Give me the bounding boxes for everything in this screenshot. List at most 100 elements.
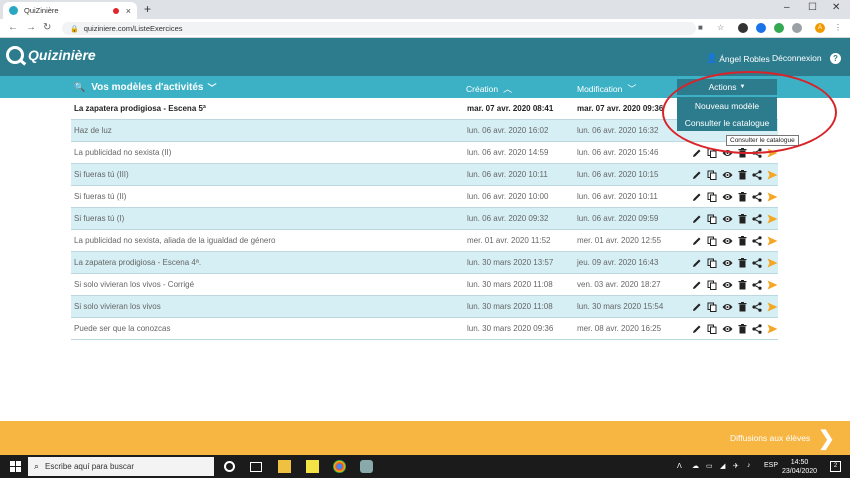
pencil-icon[interactable] (691, 279, 703, 291)
extension-icon[interactable] (774, 23, 784, 33)
model-title[interactable]: Haz de luz (74, 126, 112, 135)
trash-icon[interactable] (736, 191, 748, 203)
sticky-notes-icon[interactable] (306, 460, 319, 473)
address-bar[interactable]: 🔒 quiziniere.com/ListeExercices (62, 22, 696, 35)
menu-icon[interactable]: ⋮ (834, 23, 842, 32)
share-icon[interactable] (751, 323, 763, 335)
table-row[interactable]: Si fueras tú (I) lun. 06 avr. 2020 09:32 l… (71, 208, 778, 230)
send-icon[interactable] (766, 257, 778, 269)
share-icon[interactable] (751, 257, 763, 269)
share-icon[interactable] (751, 147, 763, 159)
help-icon[interactable]: ? (830, 53, 841, 64)
trash-icon[interactable] (736, 301, 748, 313)
send-icon[interactable] (766, 213, 778, 225)
maximize-button[interactable]: ☐ (808, 2, 817, 13)
cloud-icon[interactable]: ☁ (692, 462, 699, 470)
model-title[interactable]: Si fueras tú (II) (74, 192, 126, 201)
battery-icon[interactable]: ▭ (706, 462, 713, 470)
model-title[interactable]: Si fueras tú (I) (74, 214, 124, 223)
model-title[interactable]: La zapatera prodigiosa - Escena 5ª (74, 104, 206, 113)
send-icon[interactable] (766, 323, 778, 335)
taskbar-search[interactable]: ⌕ Escribe aquí para buscar (28, 457, 214, 476)
eye-icon[interactable] (721, 191, 733, 203)
eye-icon[interactable] (721, 147, 733, 159)
share-icon[interactable] (751, 191, 763, 203)
back-icon[interactable]: ← (8, 22, 18, 33)
model-title[interactable]: Si fueras tú (III) (74, 170, 129, 179)
model-title[interactable]: La publicidad no sexista, aliada de la i… (74, 236, 275, 245)
eye-icon[interactable] (721, 323, 733, 335)
table-row[interactable]: La zapatera prodigiosa - Escena 5ª mar. 0… (71, 98, 778, 120)
menu-item-new-model[interactable]: Nouveau modèle (677, 97, 777, 114)
camera-icon[interactable]: ■ (698, 23, 703, 32)
eye-icon[interactable] (721, 279, 733, 291)
send-icon[interactable] (766, 301, 778, 313)
share-icon[interactable] (751, 301, 763, 313)
logout-link[interactable]: Déconnexion (772, 53, 822, 63)
trash-icon[interactable] (736, 279, 748, 291)
table-row[interactable]: La publicidad no sexista, aliada de la i… (71, 230, 778, 252)
pencil-icon[interactable] (691, 147, 703, 159)
table-row[interactable]: Si solo vivieran los vivos - Corrigé lun.… (71, 274, 778, 296)
table-row[interactable]: La publicidad no sexista (II) lun. 06 avr… (71, 142, 778, 164)
pencil-icon[interactable] (691, 169, 703, 181)
search-icon[interactable]: 🔍 (74, 82, 85, 93)
duplicate-icon[interactable] (706, 169, 718, 181)
pencil-icon[interactable] (691, 191, 703, 203)
trash-icon[interactable] (736, 147, 748, 159)
windows-start-icon[interactable] (10, 461, 21, 472)
table-row[interactable]: Puede ser que la conozcas lun. 30 mars 20… (71, 318, 778, 340)
extension-icon[interactable] (756, 23, 766, 33)
model-title[interactable]: La zapatera prodigiosa - Escena 4ª. (74, 258, 201, 267)
share-icon[interactable] (751, 169, 763, 181)
profile-avatar[interactable]: A (815, 23, 825, 33)
model-title[interactable]: La publicidad no sexista (II) (74, 148, 171, 157)
trash-icon[interactable] (736, 257, 748, 269)
table-row[interactable]: Si fueras tú (II) lun. 06 avr. 2020 10:00… (71, 186, 778, 208)
diffusions-link[interactable]: Diffusions aux élèves (730, 433, 810, 443)
model-title[interactable]: Si solo vivieran los vivos (74, 302, 161, 311)
pencil-icon[interactable] (691, 235, 703, 247)
file-explorer-icon[interactable] (278, 460, 291, 473)
quiziniere-logo[interactable]: Quizinière (6, 46, 96, 64)
table-row[interactable]: Si solo vivieran los vivos lun. 30 mars 2… (71, 296, 778, 318)
duplicate-icon[interactable] (706, 323, 718, 335)
paint-icon[interactable] (360, 460, 373, 473)
chrome-icon[interactable] (333, 460, 346, 473)
send-icon[interactable] (766, 279, 778, 291)
trash-icon[interactable] (736, 323, 748, 335)
task-view-icon[interactable] (250, 462, 262, 472)
eye-icon[interactable] (721, 169, 733, 181)
send-icon[interactable] (766, 235, 778, 247)
bookmark-star-icon[interactable]: ☆ (717, 23, 724, 32)
duplicate-icon[interactable] (706, 257, 718, 269)
eye-icon[interactable] (721, 235, 733, 247)
menu-item-browse-catalogue[interactable]: Consulter le catalogue (677, 114, 777, 131)
cortana-icon[interactable] (224, 461, 235, 472)
send-icon[interactable] (766, 191, 778, 203)
notifications-icon[interactable]: 2 (830, 461, 841, 472)
duplicate-icon[interactable] (706, 279, 718, 291)
extension-icon[interactable] (792, 23, 802, 33)
actions-dropdown-button[interactable]: Actions ▼ (677, 79, 777, 95)
system-clock[interactable]: 14:50 23/04/2020 (782, 458, 817, 476)
pencil-icon[interactable] (691, 323, 703, 335)
duplicate-icon[interactable] (706, 213, 718, 225)
extension-icon[interactable] (738, 23, 748, 33)
model-title[interactable]: Puede ser que la conozcas (74, 324, 171, 333)
wifi-icon[interactable]: ✈ (733, 462, 739, 470)
models-title[interactable]: 🔍 Vos modèles d'activités ﹀ (74, 81, 216, 94)
send-icon[interactable] (766, 147, 778, 159)
pencil-icon[interactable] (691, 213, 703, 225)
trash-icon[interactable] (736, 213, 748, 225)
reload-icon[interactable]: ↻ (43, 22, 51, 33)
sort-modification[interactable]: Modification ﹀ (577, 82, 636, 95)
model-title[interactable]: Si solo vivieran los vivos - Corrigé (74, 280, 194, 289)
chevron-down-icon[interactable]: ﹀ (207, 81, 216, 94)
pencil-icon[interactable] (691, 301, 703, 313)
table-row[interactable]: Haz de luz lun. 06 avr. 2020 16:02 lun. 06… (71, 120, 778, 142)
table-row[interactable]: La zapatera prodigiosa - Escena 4ª. lun. … (71, 252, 778, 274)
table-row[interactable]: Si fueras tú (III) lun. 06 avr. 2020 10:1… (71, 164, 778, 186)
network-icon[interactable]: ◢ (720, 462, 725, 470)
share-icon[interactable] (751, 279, 763, 291)
